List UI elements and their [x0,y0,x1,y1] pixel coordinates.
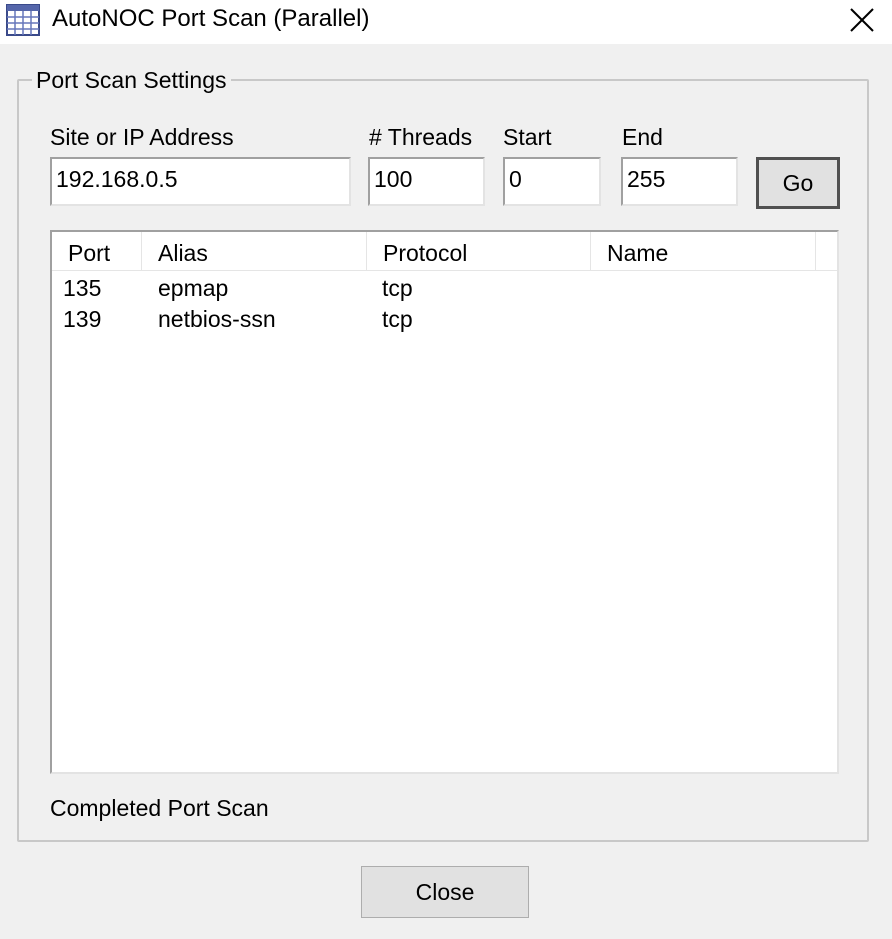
threads-input[interactable]: 100 [368,157,485,206]
grid-app-icon [6,4,40,36]
site-label: Site or IP Address [50,124,234,150]
close-button[interactable]: Close [361,866,529,918]
table-row[interactable]: 135 epmap tcp [52,273,837,304]
alias-cell: epmap [158,275,229,301]
column-header-port[interactable]: Port [52,232,142,270]
end-input[interactable]: 255 [621,157,738,206]
table-row[interactable]: 139 netbios-ssn tcp [52,304,837,335]
window-title: AutoNOC Port Scan (Parallel) [52,5,370,32]
title-bar: AutoNOC Port Scan (Parallel) [0,0,892,44]
go-button[interactable]: Go [756,157,840,209]
port-scan-window: AutoNOC Port Scan (Parallel) Port Scan S… [0,0,892,939]
column-header-protocol[interactable]: Protocol [367,232,591,270]
alias-cell: netbios-ssn [158,306,276,332]
column-header-alias[interactable]: Alias [142,232,367,270]
port-cell: 135 [63,275,102,301]
status-text: Completed Port Scan [50,795,269,821]
site-input[interactable]: 192.168.0.5 [50,157,351,206]
protocol-cell: tcp [382,306,413,332]
start-label: Start [503,124,552,150]
end-label: End [622,124,663,150]
results-list[interactable]: Port Alias Protocol Name 135 epmap tcp 1… [50,230,839,774]
threads-label: # Threads [369,124,473,150]
start-input[interactable]: 0 [503,157,601,206]
group-label: Port Scan Settings [32,66,231,94]
column-header-name[interactable]: Name [591,232,816,270]
close-icon[interactable] [846,4,878,36]
list-header: Port Alias Protocol Name [52,232,837,271]
port-cell: 139 [63,306,102,332]
protocol-cell: tcp [382,275,413,301]
